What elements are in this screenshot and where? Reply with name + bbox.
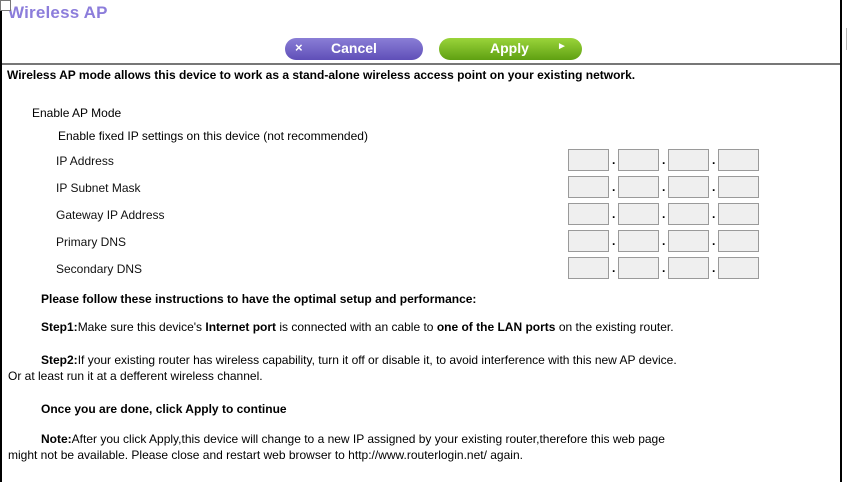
frame-left-border xyxy=(0,0,2,482)
primary-dns-octet-4[interactable] xyxy=(718,230,759,252)
ip-address-octet-1[interactable] xyxy=(568,149,609,171)
instructions-heading: Please follow these instructions to have… xyxy=(41,292,477,306)
subnet-mask-octet-2[interactable] xyxy=(618,176,659,198)
instruction-step1: Step1:Make sure this device's Internet p… xyxy=(41,320,674,334)
secondary-dns-octet-3[interactable] xyxy=(668,257,709,279)
page-title: Wireless AP xyxy=(8,3,108,22)
gateway-ip-octet-3[interactable] xyxy=(668,203,709,225)
octet-separator: . xyxy=(612,234,616,248)
octet-separator: . xyxy=(662,153,666,167)
primary-dns-octet-3[interactable] xyxy=(668,230,709,252)
enable-fixed-ip-label: Enable fixed IP settings on this device … xyxy=(58,129,368,143)
enable-ap-mode-label: Enable AP Mode xyxy=(32,106,122,120)
close-icon: × xyxy=(295,40,303,55)
octet-separator: . xyxy=(712,207,716,221)
octet-separator: . xyxy=(662,207,666,221)
octet-separator: . xyxy=(662,234,666,248)
octet-separator: . xyxy=(612,180,616,194)
primary-dns-label: Primary DNS xyxy=(56,235,127,249)
instruction-done: Once you are done, click Apply to contin… xyxy=(41,402,287,416)
gateway-ip-octet-4[interactable] xyxy=(718,203,759,225)
step1-text-a: Make sure this device's xyxy=(77,320,206,334)
octet-separator: . xyxy=(612,207,616,221)
apply-button[interactable]: Apply ► xyxy=(439,38,582,60)
octet-separator: . xyxy=(712,153,716,167)
step1-text-d: one of the LAN ports xyxy=(436,320,556,334)
instruction-note: Note:After you click Apply,this device w… xyxy=(41,432,665,446)
step2-text-line1: If your existing router has wireless cap… xyxy=(77,353,677,367)
subnet-mask-octet-1[interactable] xyxy=(568,176,609,198)
cancel-button[interactable]: × Cancel xyxy=(285,38,423,60)
gateway-ip-octet-2[interactable] xyxy=(618,203,659,225)
octet-separator: . xyxy=(612,153,616,167)
scrollbar-thumb[interactable] xyxy=(846,28,847,50)
gateway-ip-octet-1[interactable] xyxy=(568,203,609,225)
step1-text-b: Internet port xyxy=(205,320,277,334)
secondary-dns-octet-4[interactable] xyxy=(718,257,759,279)
instruction-step2-line2: Or at least run it at a defferent wirele… xyxy=(8,369,263,383)
note-prefix: Note: xyxy=(41,432,72,446)
secondary-dns-octet-1[interactable] xyxy=(568,257,609,279)
apply-button-label: Apply xyxy=(490,40,529,56)
step1-text-c: is connected with an cable to xyxy=(276,320,437,334)
note-text-line1: After you click Apply,this device will c… xyxy=(71,432,665,446)
step2-prefix: Step2: xyxy=(41,353,78,367)
primary-dns-octet-2[interactable] xyxy=(618,230,659,252)
instruction-note-line2: might not be available. Please close and… xyxy=(8,448,523,462)
gateway-ip-label: Gateway IP Address xyxy=(56,208,165,222)
arrow-right-icon: ► xyxy=(557,41,567,52)
secondary-dns-octet-2[interactable] xyxy=(618,257,659,279)
octet-separator: . xyxy=(662,261,666,275)
octet-separator: . xyxy=(712,180,716,194)
octet-separator: . xyxy=(712,234,716,248)
step1-prefix: Step1: xyxy=(41,320,78,334)
primary-dns-octet-1[interactable] xyxy=(568,230,609,252)
octet-separator: . xyxy=(612,261,616,275)
instruction-step2: Step2:If your existing router has wirele… xyxy=(41,353,677,367)
ip-address-octet-3[interactable] xyxy=(668,149,709,171)
octet-separator: . xyxy=(662,180,666,194)
subnet-mask-octet-3[interactable] xyxy=(668,176,709,198)
step1-text-e: on the existing router. xyxy=(555,320,674,334)
enable-fixed-ip-checkbox[interactable] xyxy=(0,0,11,11)
ip-address-octet-2[interactable] xyxy=(618,149,659,171)
cancel-button-label: Cancel xyxy=(331,40,377,56)
mode-description: Wireless AP mode allows this device to w… xyxy=(7,68,636,82)
ip-address-label: IP Address xyxy=(56,154,114,168)
subnet-mask-octet-4[interactable] xyxy=(718,176,759,198)
subnet-mask-label: IP Subnet Mask xyxy=(56,181,141,195)
secondary-dns-label: Secondary DNS xyxy=(56,262,143,276)
scrollbar[interactable] xyxy=(842,0,851,482)
header-divider xyxy=(2,63,840,65)
ip-address-octet-4[interactable] xyxy=(718,149,759,171)
octet-separator: . xyxy=(712,261,716,275)
